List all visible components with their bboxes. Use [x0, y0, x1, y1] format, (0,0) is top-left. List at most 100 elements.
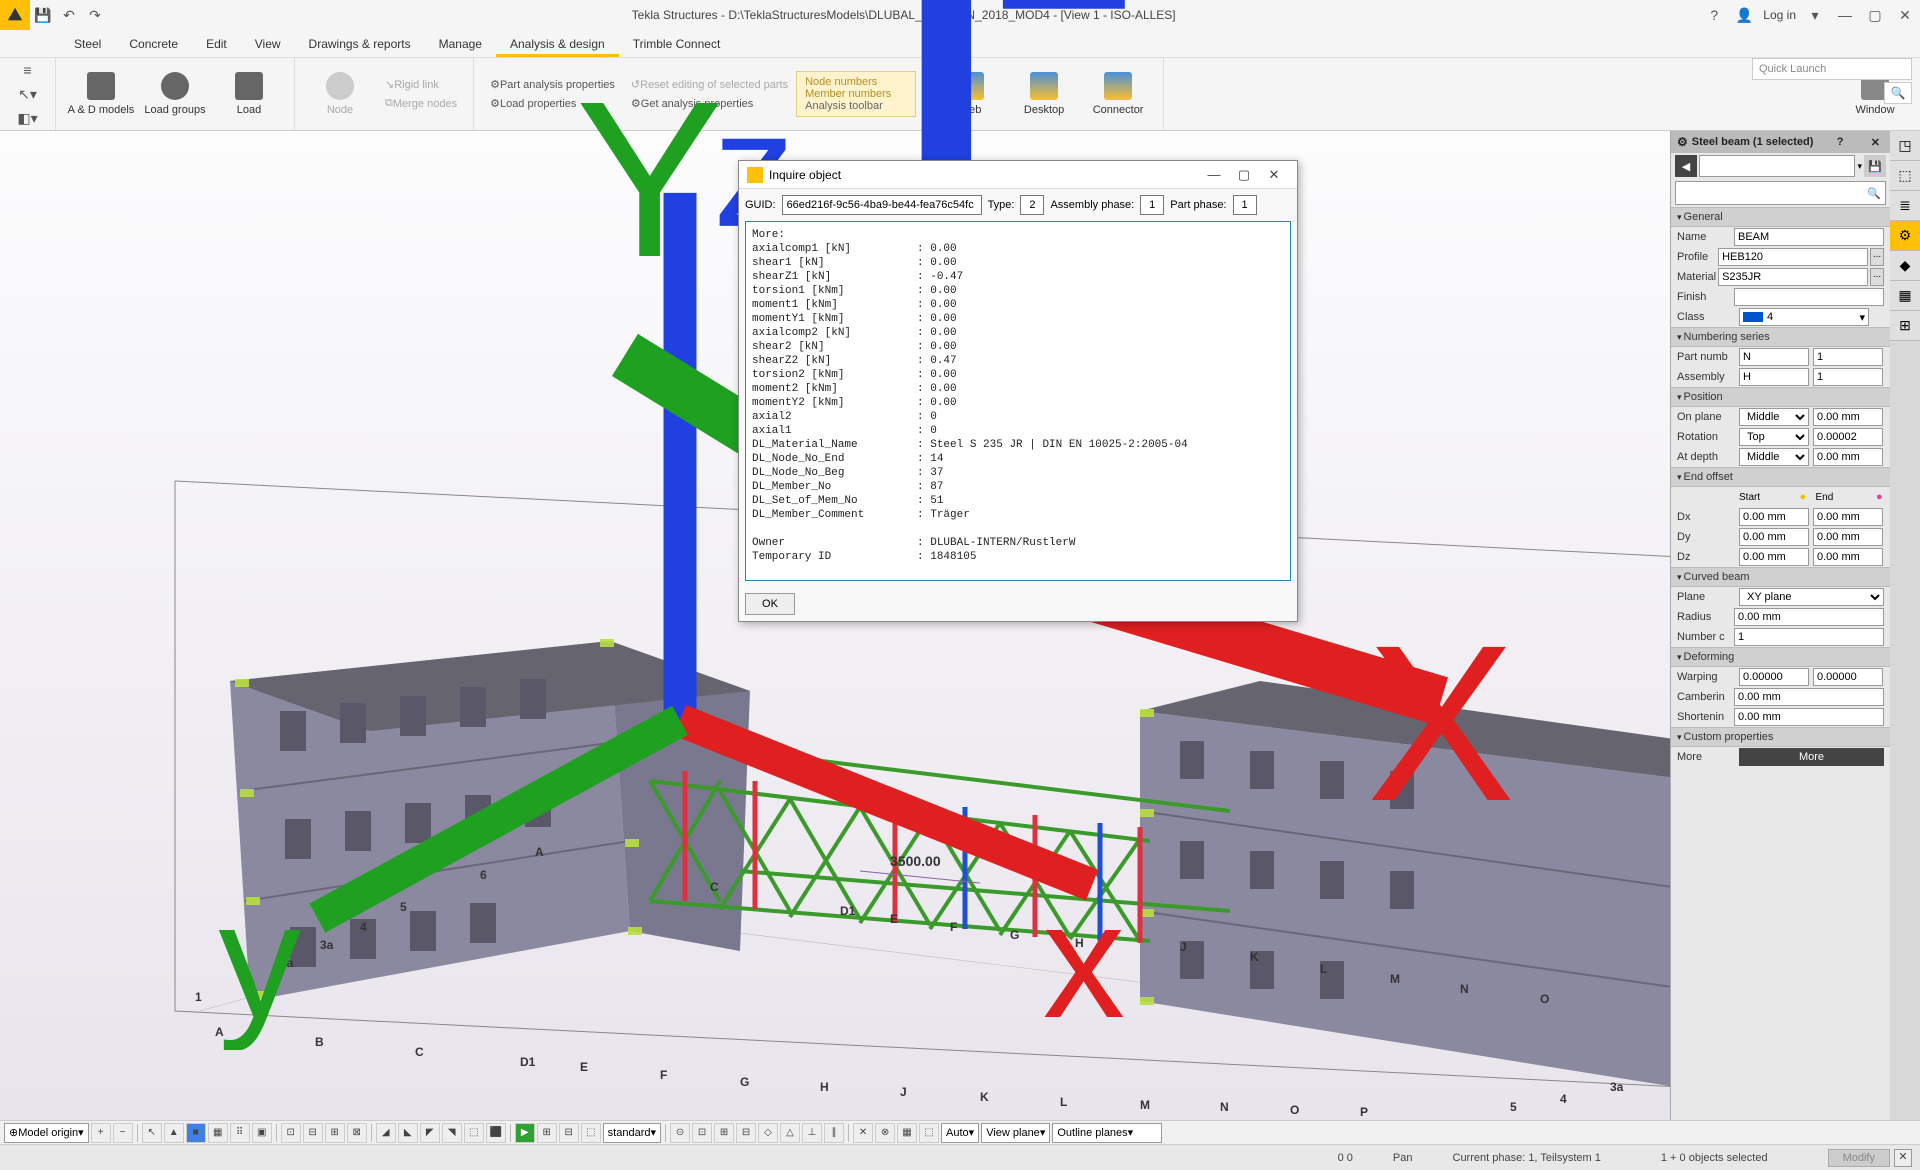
- auto-combo[interactable]: Auto ▾: [941, 1123, 979, 1143]
- sidetab-6[interactable]: ▦: [1890, 281, 1920, 311]
- onplane-combo[interactable]: Middle: [1739, 408, 1809, 426]
- view-plane-combo[interactable]: View plane ▾: [981, 1123, 1050, 1143]
- sidetab-4[interactable]: ⚙: [1890, 221, 1920, 251]
- close-panel-icon[interactable]: ✕: [1867, 136, 1884, 149]
- partnum-start-input[interactable]: [1813, 348, 1883, 366]
- tb-a[interactable]: ⊡: [281, 1123, 301, 1143]
- redo-icon[interactable]: ↷: [82, 0, 108, 30]
- tb-g[interactable]: ◤: [420, 1123, 440, 1143]
- modify-button[interactable]: Modify: [1828, 1149, 1890, 1167]
- dialog-close-icon[interactable]: ✕: [1259, 167, 1289, 183]
- numc-input[interactable]: [1734, 628, 1884, 646]
- part-phase-field[interactable]: [1233, 195, 1257, 215]
- dy-start-input[interactable]: [1739, 528, 1809, 546]
- tb-b[interactable]: ⊟: [303, 1123, 323, 1143]
- tb-h[interactable]: ◥: [442, 1123, 462, 1143]
- rotation-combo[interactable]: Top: [1739, 428, 1809, 446]
- sel-part[interactable]: ▲: [164, 1123, 184, 1143]
- save-preset-icon[interactable]: 💾: [1864, 155, 1886, 177]
- section-endoffset[interactable]: End offset: [1671, 467, 1890, 487]
- sidetab-2[interactable]: ⬚: [1890, 161, 1920, 191]
- sidetab-3[interactable]: ≣: [1890, 191, 1920, 221]
- material-input[interactable]: [1718, 268, 1868, 286]
- help-pin-icon[interactable]: ?: [1833, 136, 1848, 148]
- tb-j[interactable]: ⬛: [486, 1123, 506, 1143]
- warping1-input[interactable]: [1739, 668, 1809, 686]
- tb1[interactable]: +: [91, 1123, 111, 1143]
- sidetab-5[interactable]: ◆: [1890, 251, 1920, 281]
- tb-m[interactable]: ⬚: [581, 1123, 601, 1143]
- sidetab-7[interactable]: ⊞: [1890, 311, 1920, 341]
- hamburger-icon[interactable]: ≡: [0, 58, 55, 82]
- status-cancel-icon[interactable]: ✕: [1894, 1149, 1912, 1167]
- dialog-maximize-icon[interactable]: ▢: [1229, 167, 1259, 183]
- model-origin-combo[interactable]: ⊕ Model origin ▾: [4, 1123, 89, 1143]
- snap-9[interactable]: ✕: [853, 1123, 873, 1143]
- gear-icon[interactable]: ⚙: [1677, 135, 1688, 149]
- snap-11[interactable]: ▦: [897, 1123, 917, 1143]
- snap-12[interactable]: ⬚: [919, 1123, 939, 1143]
- section-curved[interactable]: Curved beam: [1671, 567, 1890, 587]
- dx-start-input[interactable]: [1739, 508, 1809, 526]
- tb-e[interactable]: ◢: [376, 1123, 396, 1143]
- tb-i[interactable]: ⬚: [464, 1123, 484, 1143]
- warping2-input[interactable]: [1813, 668, 1883, 686]
- snap-2[interactable]: ⊡: [692, 1123, 712, 1143]
- assembly-phase-field[interactable]: [1140, 195, 1164, 215]
- class-combo[interactable]: 4▾: [1739, 308, 1869, 326]
- more-button[interactable]: More: [1739, 748, 1884, 766]
- inquire-text-area[interactable]: More: axialcomp1 [kN] : 0.00 shear1 [kN]…: [745, 221, 1291, 581]
- tb-green[interactable]: ▶: [515, 1123, 535, 1143]
- type-field[interactable]: [1020, 195, 1044, 215]
- sel-cursor[interactable]: ↖: [142, 1123, 162, 1143]
- tb-c[interactable]: ⊞: [325, 1123, 345, 1143]
- asm-start-input[interactable]: [1813, 368, 1883, 386]
- onplane-offset-input[interactable]: [1813, 408, 1883, 426]
- snap-1[interactable]: ⊙: [670, 1123, 690, 1143]
- section-deforming[interactable]: Deforming: [1671, 647, 1890, 667]
- dz-start-input[interactable]: [1739, 548, 1809, 566]
- rotation-value-input[interactable]: [1813, 428, 1883, 446]
- menu-steel[interactable]: Steel: [60, 31, 115, 57]
- section-general[interactable]: General: [1671, 207, 1890, 227]
- tb-d[interactable]: ⊠: [347, 1123, 367, 1143]
- section-custom[interactable]: Custom properties: [1671, 727, 1890, 747]
- sel-grid[interactable]: ▦: [208, 1123, 228, 1143]
- sel-blue[interactable]: ■: [186, 1123, 206, 1143]
- guid-field[interactable]: [782, 195, 982, 215]
- snap-7[interactable]: ⊥: [802, 1123, 822, 1143]
- select-filter-icon[interactable]: ◧▾: [0, 106, 55, 130]
- dx-end-input[interactable]: [1813, 508, 1883, 526]
- dz-end-input[interactable]: [1813, 548, 1883, 566]
- sel-asm[interactable]: ▣: [252, 1123, 272, 1143]
- standard-combo[interactable]: standard ▾: [603, 1123, 661, 1143]
- tb2[interactable]: −: [113, 1123, 133, 1143]
- ok-button[interactable]: OK: [745, 593, 795, 615]
- section-position[interactable]: Position: [1671, 387, 1890, 407]
- camber-input[interactable]: [1734, 688, 1884, 706]
- outline-planes-combo[interactable]: Outline planes ▾: [1052, 1123, 1162, 1143]
- section-numbering[interactable]: Numbering series: [1671, 327, 1890, 347]
- snap-5[interactable]: ◇: [758, 1123, 778, 1143]
- preset-combo[interactable]: [1699, 155, 1855, 177]
- partnum-prefix-input[interactable]: [1739, 348, 1809, 366]
- dy-end-input[interactable]: [1813, 528, 1883, 546]
- material-browse-button[interactable]: ...: [1870, 268, 1884, 286]
- back-icon[interactable]: ◀: [1675, 155, 1697, 177]
- atdepth-offset-input[interactable]: [1813, 448, 1883, 466]
- save-icon[interactable]: 💾: [30, 0, 56, 30]
- plane-combo[interactable]: XY plane: [1739, 588, 1884, 606]
- tb-l[interactable]: ⊟: [559, 1123, 579, 1143]
- dialog-minimize-icon[interactable]: —: [1199, 167, 1229, 183]
- snap-4[interactable]: ⊟: [736, 1123, 756, 1143]
- sel-dots[interactable]: ⠿: [230, 1123, 250, 1143]
- atdepth-combo[interactable]: Middle: [1739, 448, 1809, 466]
- shorten-input[interactable]: [1734, 708, 1884, 726]
- cursor-icon[interactable]: ↖▾: [0, 82, 55, 106]
- snap-3[interactable]: ⊞: [714, 1123, 734, 1143]
- radius-input[interactable]: [1734, 608, 1884, 626]
- sidetab-1[interactable]: ◳: [1890, 131, 1920, 161]
- property-search-input[interactable]: 🔍: [1675, 181, 1886, 205]
- snap-10[interactable]: ⊗: [875, 1123, 895, 1143]
- profile-browse-button[interactable]: ...: [1870, 248, 1884, 266]
